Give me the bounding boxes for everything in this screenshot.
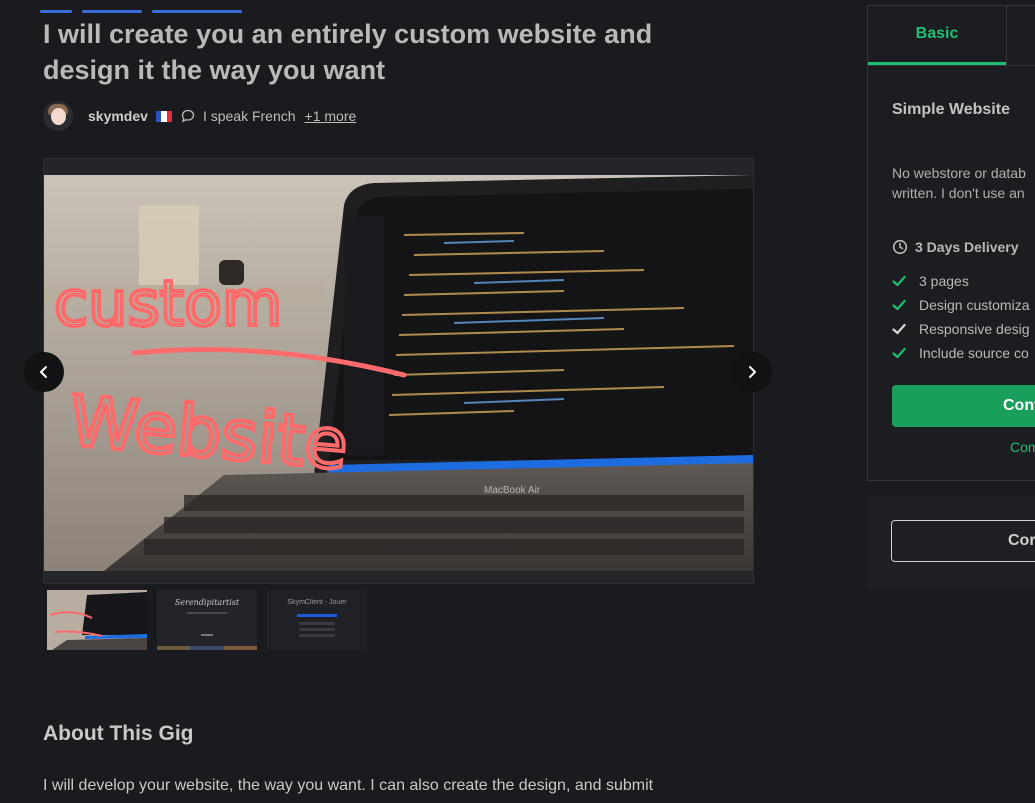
thumbnail-serendipitartist[interactable]: Serendipitartist (157, 590, 257, 650)
gig-gallery: MacBook Air custom Website (43, 158, 754, 584)
check-icon (892, 299, 906, 311)
feature-item: Responsive desig (892, 317, 1030, 341)
feature-item: Design customiza (892, 293, 1030, 317)
contact-seller-button[interactable]: Cor (891, 520, 1035, 562)
continue-button[interactable]: Cont (892, 385, 1035, 427)
delivery-time: 3 Days Delivery (892, 239, 1019, 255)
chevron-left-icon (40, 366, 47, 378)
about-heading: About This Gig (43, 722, 194, 745)
thumbnail-skymclient[interactable]: SkymClient - Jouer (267, 590, 367, 650)
compare-packages-link[interactable]: Com (1010, 439, 1035, 455)
svg-text:SkymClient - Jouer: SkymClient - Jouer (287, 599, 347, 606)
check-icon (892, 275, 906, 287)
chat-bubble-icon (181, 109, 195, 123)
contact-card: Cor (867, 497, 1035, 587)
flag-france-icon (155, 110, 172, 122)
package-card: Basic Simple Website No webstore or data… (867, 5, 1035, 481)
svg-text:MacBook Air: MacBook Air (484, 485, 541, 496)
thumbnail-custom-website[interactable] (47, 590, 147, 650)
more-languages-link[interactable]: +1 more (305, 108, 357, 124)
svg-text:Serendipitartist: Serendipitartist (175, 598, 240, 607)
gallery-prev-button[interactable] (24, 352, 64, 392)
feature-list: 3 pages Design customiza Responsive desi… (892, 269, 1030, 365)
tab-basic[interactable]: Basic (868, 6, 1006, 65)
language-text: I speak French (202, 108, 296, 124)
check-icon-excluded (892, 323, 906, 335)
svg-text:custom: custom (54, 267, 282, 340)
feature-item: 3 pages (892, 269, 1030, 293)
gallery-next-button[interactable] (732, 352, 772, 392)
gallery-thumbnails: Serendipitartist SkymClient - Jouer (47, 590, 367, 650)
about-text: I will develop your website, the way you… (43, 777, 654, 794)
gig-title: I will create you an entirely custom web… (43, 19, 653, 85)
breadcrumb-strip (40, 0, 340, 13)
feature-item: Include source co (892, 341, 1030, 365)
check-icon (892, 347, 906, 359)
seller-name[interactable]: skymdev (88, 108, 148, 124)
clock-icon (892, 239, 908, 255)
seller-row: skymdev I speak French +1 more (43, 101, 356, 131)
gallery-main-image[interactable]: MacBook Air custom Website (44, 175, 754, 571)
package-tabs: Basic (868, 6, 1035, 66)
package-description: No webstore or datab written. I don't us… (892, 165, 1026, 201)
chevron-right-icon (749, 366, 756, 378)
avatar[interactable] (43, 101, 73, 131)
package-title: Simple Website (892, 101, 1010, 118)
